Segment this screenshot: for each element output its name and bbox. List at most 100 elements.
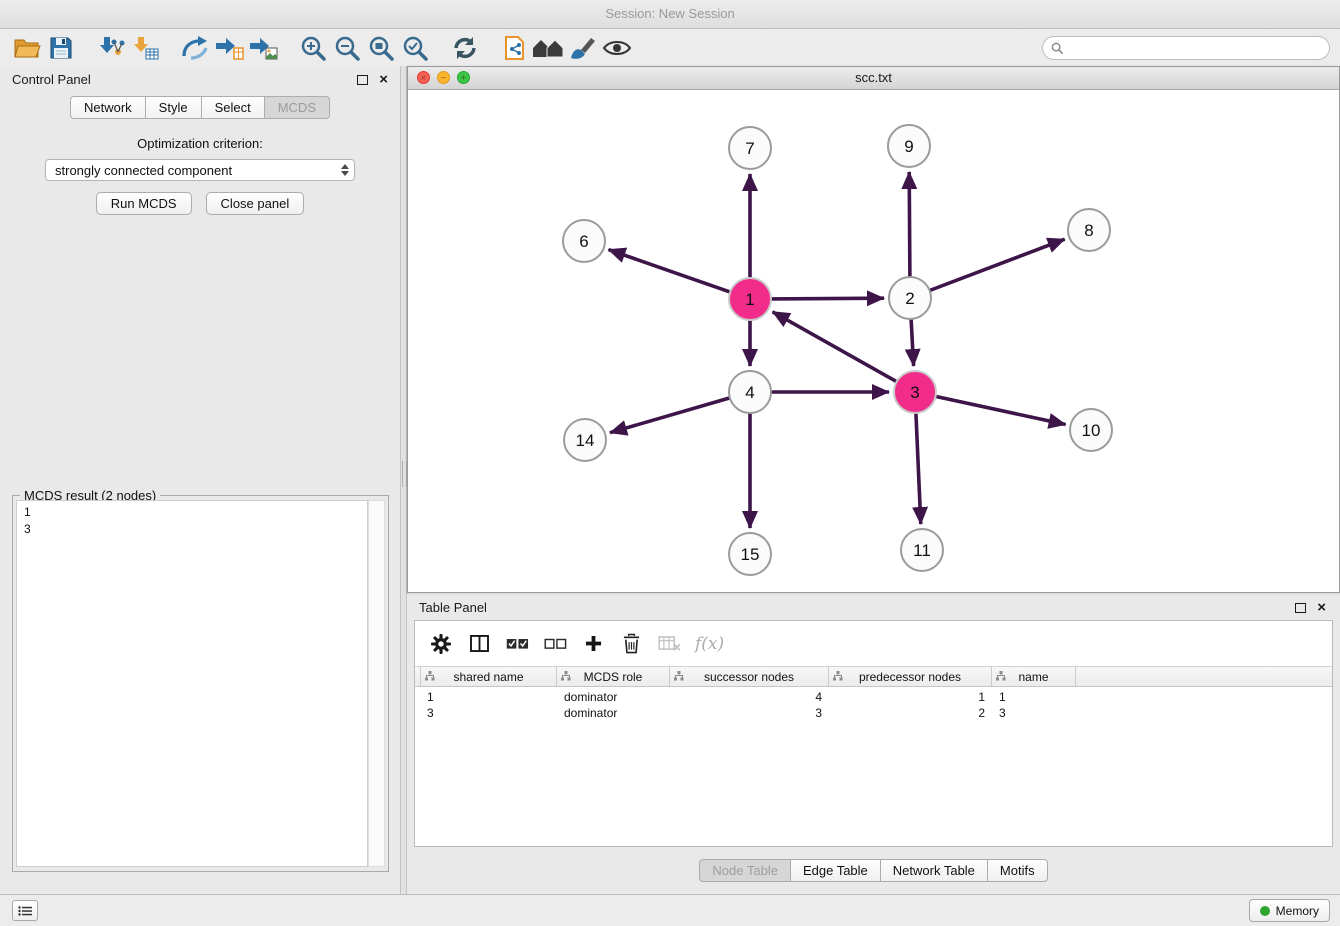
svg-text:8: 8 (1084, 221, 1093, 240)
control-panel-header: Control Panel × (0, 66, 400, 93)
svg-text:11: 11 (913, 541, 931, 560)
edge-3-1[interactable] (773, 312, 897, 382)
open-file-icon[interactable] (10, 32, 44, 64)
svg-text:2: 2 (905, 289, 914, 308)
network-window-titlebar[interactable]: × − + scc.txt (408, 67, 1339, 90)
float-table-panel-icon[interactable] (1295, 603, 1306, 613)
zoom-out-icon[interactable] (330, 32, 364, 64)
table-cell: dominator (557, 706, 670, 722)
zoom-selected-icon[interactable] (398, 32, 432, 64)
table-row[interactable]: 1dominator411 (420, 690, 1332, 706)
close-panel-icon[interactable]: × (379, 75, 388, 85)
column-header-name[interactable]: name (992, 667, 1076, 686)
column-header-successor-nodes[interactable]: successor nodes (670, 667, 829, 686)
maximize-window-icon[interactable]: + (457, 71, 470, 84)
tab-select[interactable]: Select (201, 96, 264, 119)
graph-node-11[interactable]: 11 (901, 529, 943, 571)
edge-1-2[interactable] (771, 298, 884, 299)
edge-4-14[interactable] (610, 398, 730, 433)
column-header-mcds-role[interactable]: MCDS role (557, 667, 670, 686)
run-mcds-button[interactable]: Run MCDS (96, 192, 192, 215)
tab-network-table[interactable]: Network Table (880, 859, 987, 882)
eye-icon[interactable] (600, 32, 634, 64)
graph-node-10[interactable]: 10 (1070, 409, 1112, 451)
table-cell: 1 (420, 690, 557, 706)
table-panel-title: Table Panel (419, 600, 487, 615)
close-table-panel-icon[interactable]: × (1317, 603, 1326, 613)
tab-motifs[interactable]: Motifs (987, 859, 1048, 882)
float-panel-icon[interactable] (357, 75, 368, 85)
style-paint-icon[interactable] (566, 32, 600, 64)
memory-label: Memory (1276, 904, 1319, 918)
select-all-columns-icon[interactable] (505, 631, 529, 657)
table-panel-header: Table Panel × (407, 595, 1340, 620)
network-canvas[interactable]: 7 9 6 8 1 2 4 3 14 10 15 11 (408, 90, 1339, 593)
import-network-icon[interactable] (94, 32, 128, 64)
table-panel-body: f(x) shared nameMCDS rolesuccessor nodes… (414, 620, 1333, 847)
export-table-icon[interactable] (212, 32, 246, 64)
edge-2-8[interactable] (930, 239, 1065, 290)
task-history-button[interactable] (12, 900, 38, 921)
graph-node-8[interactable]: 8 (1068, 209, 1110, 251)
graph-node-14[interactable]: 14 (564, 419, 606, 461)
memory-button[interactable]: Memory (1249, 899, 1330, 922)
table-settings-gear-icon[interactable] (429, 631, 453, 657)
graph-node-2[interactable]: 2 (889, 277, 931, 319)
zoom-fit-icon[interactable] (364, 32, 398, 64)
column-type-icon (833, 671, 843, 681)
column-header-shared-name[interactable]: shared name (420, 667, 557, 686)
graph-node-9[interactable]: 9 (888, 125, 930, 167)
network-arrows-icon[interactable] (178, 32, 212, 64)
table-cell: 1 (829, 690, 992, 706)
add-column-icon[interactable] (581, 631, 605, 657)
graph-node-7[interactable]: 7 (729, 127, 771, 169)
refresh-icon[interactable] (448, 32, 482, 64)
graph-node-6[interactable]: 6 (563, 220, 605, 262)
tab-style[interactable]: Style (145, 96, 201, 119)
share-document-icon[interactable] (498, 32, 532, 64)
result-line: 3 (24, 521, 360, 538)
tab-network[interactable]: Network (70, 96, 145, 119)
search-icon (1051, 42, 1064, 55)
delete-table-icon-disabled (657, 631, 681, 657)
graph-node-1[interactable]: 1 (729, 278, 771, 320)
minimize-window-icon[interactable]: − (437, 71, 450, 84)
graph-node-3[interactable]: 3 (894, 371, 936, 413)
tab-mcds[interactable]: MCDS (264, 96, 330, 119)
export-image-icon[interactable] (246, 32, 280, 64)
criterion-dropdown[interactable]: strongly connected component (45, 159, 355, 181)
dropdown-stepper-icon (341, 164, 349, 176)
close-panel-button[interactable]: Close panel (206, 192, 305, 215)
edge-2-3[interactable] (911, 319, 914, 366)
function-builder-icon-disabled: f(x) (695, 631, 724, 657)
table-rows: 1dominator4113dominator323 (415, 687, 1332, 846)
edge-1-6[interactable] (609, 250, 731, 293)
edge-3-10[interactable] (936, 396, 1066, 424)
edge-2-9[interactable] (909, 172, 910, 277)
graph-node-4[interactable]: 4 (729, 371, 771, 413)
table-cell: dominator (557, 690, 670, 706)
column-header-predecessor-nodes[interactable]: predecessor nodes (829, 667, 992, 686)
deselect-all-columns-icon[interactable] (543, 631, 567, 657)
table-cell: 3 (420, 706, 557, 722)
column-type-icon (996, 671, 1006, 681)
edge-3-11[interactable] (916, 413, 921, 524)
table-cell: 1 (992, 690, 1076, 706)
import-table-icon[interactable] (128, 32, 162, 64)
zoom-in-icon[interactable] (296, 32, 330, 64)
tab-node-table[interactable]: Node Table (699, 859, 790, 882)
delete-column-icon[interactable] (619, 631, 643, 657)
graph-node-15[interactable]: 15 (729, 533, 771, 575)
result-scrollbar[interactable] (368, 500, 385, 867)
mcds-result-box: MCDS result (2 nodes) 13 (12, 495, 389, 872)
tab-edge-table[interactable]: Edge Table (790, 859, 880, 882)
table-row[interactable]: 3dominator323 (420, 706, 1332, 722)
control-panel-tabs: NetworkStyleSelectMCDS (0, 96, 400, 119)
show-columns-icon[interactable] (467, 631, 491, 657)
network-overview-icon[interactable] (532, 32, 566, 64)
close-window-icon[interactable]: × (417, 71, 430, 84)
svg-text:3: 3 (910, 383, 919, 402)
table-cell: 2 (829, 706, 992, 722)
save-icon[interactable] (44, 32, 78, 64)
search-input[interactable] (1042, 36, 1330, 60)
